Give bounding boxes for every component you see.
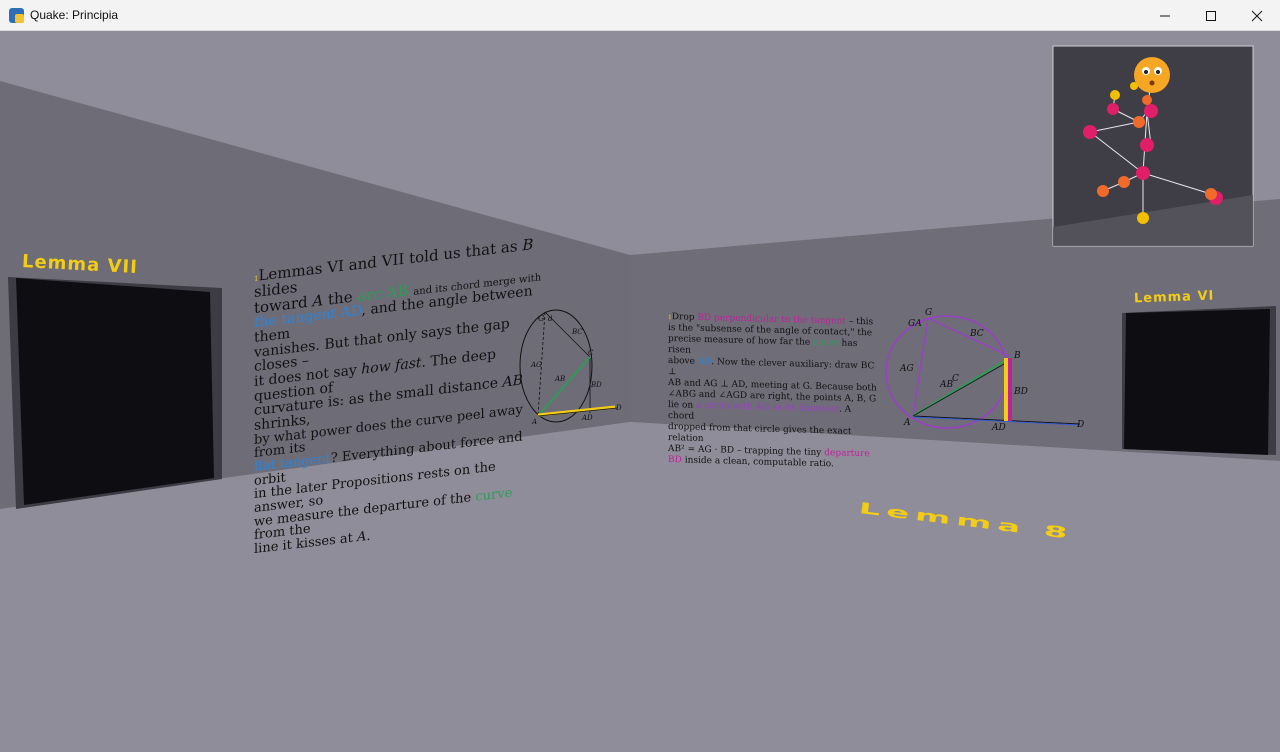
diagram-label: AB (554, 375, 565, 383)
close-button[interactable] (1234, 0, 1280, 31)
door-label-lemma-vi: Lemma VI (1133, 288, 1215, 307)
diagram-label: BD (590, 381, 602, 389)
text-line: above (668, 355, 698, 367)
diagram-label: AB (939, 380, 953, 390)
window-title: Quake: Principia (30, 8, 119, 22)
diagram-label: d (548, 315, 553, 323)
diagram-label: BC (571, 328, 583, 336)
doorway-lemma-vii[interactable] (16, 278, 214, 505)
text-var: AB (502, 372, 523, 392)
text-line: Drop (671, 312, 698, 323)
diagram-label: AD (991, 423, 1006, 433)
flushed-face-icon (1134, 57, 1170, 93)
diagram-label: GA (908, 319, 922, 329)
diagram-label: BC (969, 329, 984, 339)
diagram-label: AD (581, 414, 593, 422)
scene-geometry: G d BC AG C BD AB A AD D G GA BC AG B C … (0, 31, 1280, 752)
diagram-label: G (925, 308, 932, 318)
left-wall-text: 1Lemmas VI and VII told us that as B sli… (254, 235, 544, 557)
python-app-icon (9, 8, 24, 23)
title-bar: Quake: Principia (0, 0, 1280, 31)
close-icon (1251, 10, 1263, 21)
text-var: B (522, 235, 534, 255)
highlight-departure: departure (824, 447, 870, 459)
doorway-lemma-vi[interactable] (1124, 309, 1270, 455)
right-wall-text: 1Drop BD perpendicular to the tangent – … (668, 312, 878, 471)
pose-overlay-panel (1052, 45, 1254, 247)
diagram-label: AG (899, 364, 914, 374)
diagram-label: C (588, 349, 594, 357)
diagram-label: B (1013, 351, 1021, 361)
maximize-icon (1206, 10, 1216, 21)
game-viewport[interactable]: G d BC AG C BD AB A AD D G GA BC AG B C … (0, 31, 1280, 752)
diagram-label: D (615, 404, 622, 412)
highlight-curve: curve (813, 337, 839, 349)
highlight-bd: BD (668, 454, 682, 465)
diagram-label: D (1076, 420, 1084, 430)
diagram-label: BD (1013, 387, 1028, 397)
highlight-curve: curve (475, 485, 513, 505)
text-line: – this (846, 316, 874, 328)
maximize-button[interactable] (1188, 0, 1234, 31)
minimize-button[interactable] (1142, 0, 1188, 31)
diagram-label: A (903, 418, 911, 428)
text-var: A (357, 529, 367, 546)
minimize-icon (1160, 15, 1170, 16)
text-line: . (366, 528, 371, 545)
text-line: lie on (668, 399, 697, 411)
highlight-tangent: AD (697, 356, 712, 368)
